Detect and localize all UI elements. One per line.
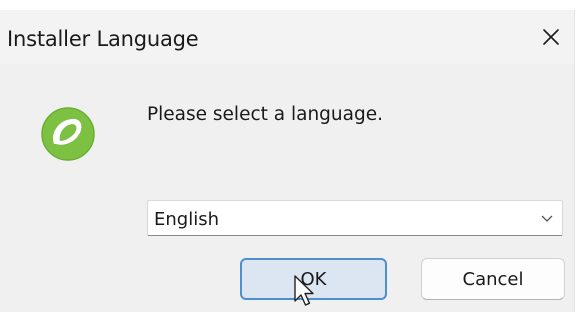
mouse-pointer-icon [294, 275, 314, 306]
close-button[interactable] [528, 10, 574, 64]
cancel-button[interactable]: Cancel [421, 258, 565, 300]
dialog-body: Please select a language. English OK Can… [0, 64, 574, 312]
installer-logo-icon [41, 107, 95, 161]
screen: Installer Language Please select a langu… [0, 0, 578, 314]
installer-language-dialog: Installer Language Please select a langu… [0, 10, 575, 312]
cancel-button-label: Cancel [462, 268, 524, 290]
language-select-value: English [154, 209, 219, 230]
language-select[interactable]: English [147, 200, 563, 236]
chevron-down-icon[interactable] [540, 213, 554, 223]
prompt-text: Please select a language. [147, 104, 383, 125]
dialog-title: Installer Language [7, 27, 199, 51]
title-bar[interactable]: Installer Language [0, 10, 574, 64]
close-icon [543, 29, 559, 45]
